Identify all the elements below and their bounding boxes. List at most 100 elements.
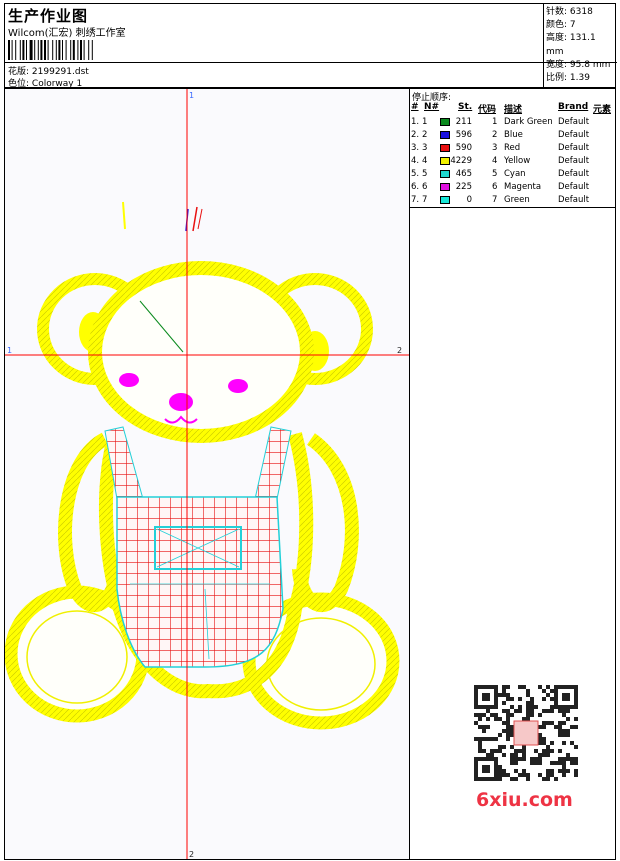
- qr-module: [546, 693, 550, 697]
- cell-description: Yellow: [504, 156, 531, 166]
- qr-module: [526, 709, 530, 713]
- qr-module: [554, 761, 558, 765]
- qr-module: [474, 721, 478, 725]
- qr-module: [546, 709, 550, 713]
- barcode-bar: [29, 40, 33, 60]
- qr-module: [522, 757, 526, 761]
- table-row[interactable]: 1. 1 211 1 Dark Green Default: [410, 116, 615, 129]
- qr-module: [518, 697, 522, 701]
- qr-module: [506, 685, 510, 689]
- qr-module: [566, 729, 570, 733]
- qr-module: [558, 761, 562, 765]
- qr-module: [538, 773, 542, 777]
- qr-module: [506, 709, 510, 713]
- cell-index: 5.: [411, 169, 420, 179]
- qr-module: [494, 717, 498, 721]
- table-row[interactable]: 6. 6 225 6 Magenta Default: [410, 181, 615, 194]
- qr-module: [546, 773, 550, 777]
- axis-label-right: 2: [397, 346, 402, 355]
- col-description: 描述: [504, 105, 523, 115]
- cell-description: Red: [504, 143, 521, 153]
- qr-module: [538, 725, 542, 729]
- qr-module: [526, 705, 530, 709]
- qr-module: [522, 685, 526, 689]
- color-swatch: [440, 118, 450, 126]
- cell-code: 5: [492, 169, 498, 179]
- document-title: 生产作业图: [8, 7, 89, 25]
- qr-module: [518, 685, 522, 689]
- qr-module: [538, 737, 542, 741]
- qr-finder: [482, 765, 490, 773]
- qr-module: [546, 745, 550, 749]
- barcode-bar: [44, 40, 46, 60]
- qr-module: [514, 777, 518, 781]
- design-canvas[interactable]: 1 1 2 2: [4, 88, 410, 860]
- qr-module: [506, 693, 510, 697]
- qr-module: [566, 753, 570, 757]
- qr-module: [486, 753, 490, 757]
- qr-module: [498, 745, 502, 749]
- qr-module: [518, 749, 522, 753]
- qr-module: [562, 765, 566, 769]
- qr-module: [550, 761, 554, 765]
- qr-module: [522, 717, 526, 721]
- qr-module: [574, 769, 578, 773]
- barcode-bar: [91, 40, 93, 60]
- table-row[interactable]: 5. 5 465 5 Cyan Default: [410, 168, 615, 181]
- qr-module: [498, 765, 502, 769]
- qr-module: [502, 769, 506, 773]
- qr-module: [550, 709, 554, 713]
- qr-module: [558, 749, 562, 753]
- qr-module: [562, 733, 566, 737]
- qr-module: [502, 745, 506, 749]
- qr-module: [526, 689, 530, 693]
- table-row[interactable]: 7. 7 0 7 Green Default: [410, 194, 615, 207]
- qr-module: [558, 709, 562, 713]
- qr-module: [522, 773, 526, 777]
- cell-stitches: 0: [466, 195, 472, 205]
- qr-module: [506, 697, 510, 701]
- qr-module: [558, 725, 562, 729]
- qr-module: [550, 741, 554, 745]
- barcode-bar: [22, 40, 25, 60]
- qr-module: [526, 693, 530, 697]
- qr-module: [494, 737, 498, 741]
- cell-stitches: 465: [455, 169, 472, 179]
- qr-module: [542, 709, 546, 713]
- table-row[interactable]: 3. 3 590 3 Red Default: [410, 142, 615, 155]
- qr-module: [562, 761, 566, 765]
- cell-brand: Default: [558, 156, 590, 166]
- table-row[interactable]: 2. 2 596 2 Blue Default: [410, 129, 615, 142]
- qr-module: [566, 769, 570, 773]
- cell-brand: Default: [558, 117, 590, 127]
- qr-module: [562, 713, 566, 717]
- qr-module: [510, 729, 514, 733]
- qr-module: [486, 725, 490, 729]
- qr-module: [510, 777, 514, 781]
- qr-module: [510, 733, 514, 737]
- cell-brand: Default: [558, 143, 590, 153]
- qr-module: [506, 725, 510, 729]
- qr-module: [494, 713, 498, 717]
- qr-module: [538, 761, 542, 765]
- cell-stitches: 590: [455, 143, 472, 153]
- qr-module: [534, 757, 538, 761]
- qr-module: [566, 709, 570, 713]
- qr-module: [526, 717, 530, 721]
- qr-module: [502, 721, 506, 725]
- barcode-bar: [88, 40, 90, 60]
- barcode-bar: [37, 40, 39, 60]
- cell-code: 1: [492, 117, 498, 127]
- qr-module: [570, 761, 574, 765]
- qr-module: [526, 713, 530, 717]
- cell-index: 7.: [411, 195, 420, 205]
- qr-module: [514, 761, 518, 765]
- cell-index: 6.: [411, 182, 420, 192]
- cell-brand: Default: [558, 169, 590, 179]
- cell-index: 1.: [411, 117, 420, 127]
- qr-module: [474, 737, 478, 741]
- barcode-bar: [11, 40, 13, 60]
- qr-module: [478, 717, 482, 721]
- table-row[interactable]: 4. 4 4229 4 Yellow Default: [410, 155, 615, 168]
- qr-module: [534, 705, 538, 709]
